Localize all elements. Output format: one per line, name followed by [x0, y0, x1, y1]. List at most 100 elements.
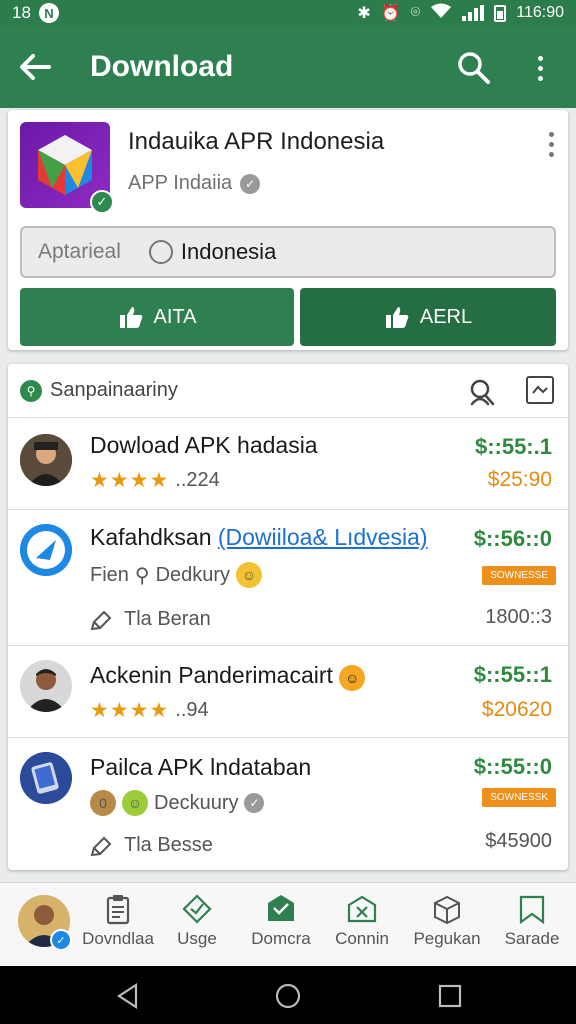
nav-item-label: Dovndlaa — [82, 929, 154, 948]
system-home-icon[interactable] — [274, 982, 302, 1010]
system-recents-icon[interactable] — [436, 982, 464, 1010]
status-bar: 18 N ✱ ⏰ ⌾ 116:90 — [0, 0, 576, 26]
list-header: ⚲ Sanpainaariny — [8, 364, 568, 418]
language-select[interactable]: Aptarieal Indonesia — [20, 226, 556, 278]
bottom-navigation: ✓ Dovndlaa Usge Domcra Connin Pegukan Sa… — [0, 882, 576, 966]
item-title: Dowload APK hadasia — [90, 432, 318, 458]
card-overflow-button[interactable] — [549, 132, 554, 157]
list-item[interactable]: Ackenin Panderimacairt ☺ ★★★★ ..94 $::55:… — [8, 646, 568, 738]
verified-badge-icon: ✓ — [90, 190, 114, 214]
item-count: 1800::3 — [485, 606, 552, 628]
globe-icon — [148, 240, 173, 264]
nav-item-label: Sarade — [504, 929, 560, 948]
item-title-link[interactable]: (Dowiiloa& Lıdvesia) — [218, 524, 428, 550]
notification-icon: N — [38, 3, 59, 23]
list-item[interactable]: Kafahdksan (Dowiiloa& Lıdvesia) Fien ⚲ D… — [8, 510, 568, 646]
avatar — [20, 524, 72, 576]
list-header-title: Sanpainaariny — [50, 379, 178, 401]
nav-item-usage[interactable]: Usge — [166, 893, 228, 963]
bookmark-icon — [519, 895, 545, 925]
item-price: $::55::0 — [473, 754, 552, 779]
nav-item-label: Pegukan — [413, 929, 481, 948]
item-foot: Tla Beran — [90, 608, 211, 631]
nav-item-label: Connin — [335, 929, 389, 948]
item-price: $::56::0 — [473, 526, 552, 551]
action-button-left[interactable]: AITA — [20, 288, 294, 346]
action-button-left-label: AITA — [153, 305, 197, 328]
status-badge: SOWNESSK — [482, 788, 556, 807]
thumbs-up-icon — [119, 307, 142, 328]
item-price-secondary: $25:90 — [487, 468, 552, 491]
item-foot-label: Tla Beran — [124, 608, 211, 630]
user-search-icon[interactable] — [466, 378, 496, 408]
search-button[interactable] — [452, 46, 496, 90]
rating-stars: ★★★★ — [90, 469, 170, 492]
list-item[interactable]: Pailca APK lndataban 0 ☺ Deckuury ✓ Tla … — [8, 738, 568, 870]
share-icon — [90, 836, 112, 856]
alarm-icon: ⏰ — [380, 5, 401, 22]
share-icon — [90, 610, 112, 630]
item-title-text: Ackenin Panderimacairt — [90, 662, 333, 688]
item-title-text: Kafahdksan — [90, 524, 212, 550]
status-number: 18 — [12, 3, 31, 22]
overflow-menu-button[interactable] — [522, 46, 558, 90]
wifi-icon — [430, 3, 452, 24]
item-title: Kafahdksan (Dowiiloa& Lıdvesia) — [90, 524, 428, 551]
rating-count: ..94 — [175, 699, 209, 721]
action-button-right[interactable]: AERL — [300, 288, 556, 346]
nav-item-sarade[interactable]: Sarade — [500, 893, 564, 963]
thumbs-up-icon — [385, 307, 409, 328]
back-button[interactable] — [0, 26, 70, 108]
app-bar: Download — [0, 26, 576, 108]
language-value: Indonesia — [180, 239, 277, 264]
system-navigation-bar — [0, 966, 576, 1024]
inbox-x-icon — [347, 895, 377, 923]
image-filter-icon[interactable] — [526, 376, 554, 404]
app-icon: ✓ — [20, 122, 114, 214]
page-title: Download — [90, 50, 234, 83]
app-subtitle: APP Indaiia — [128, 172, 233, 194]
item-meta: Fien ⚲ Dedkury ☺ — [90, 562, 263, 588]
info-icon: ✓ — [244, 793, 265, 813]
list-item[interactable]: Dowload APK hadasia ★★★★ ..224 $::55:.1 $… — [8, 418, 568, 510]
nav-item-domcra[interactable]: Domcra — [246, 893, 316, 963]
battery-icon — [494, 4, 507, 22]
arrow-left-icon — [20, 54, 51, 80]
item-count: $45900 — [485, 830, 552, 852]
item-title: Pailca APK lndataban — [90, 754, 312, 780]
location-icon: ⌾ — [410, 4, 421, 21]
search-icon — [458, 52, 490, 84]
nav-item-label: Usge — [177, 929, 217, 948]
leaf-icon: ⚲ — [20, 379, 42, 402]
item-rating: ★★★★ ..94 — [90, 698, 209, 723]
app-detail-card: ✓ Indauika APR Indonesia APP Indaiia ✓ A… — [8, 110, 568, 350]
item-price: $::55:.1 — [474, 434, 552, 459]
emoji-icon: ☺ — [122, 790, 148, 816]
item-title: Ackenin Panderimacairt ☺ — [90, 662, 366, 691]
item-meta: 0 ☺ Deckuury ✓ — [90, 790, 265, 816]
nav-item-pegukan[interactable]: Pegukan — [410, 893, 484, 963]
verified-check-icon: ✓ — [50, 929, 72, 951]
app-name: Indauika APR Indonesia — [128, 128, 385, 155]
emoji-icon: ☺ — [339, 665, 366, 691]
signal-icon — [462, 5, 485, 21]
item-rating: ★★★★ ..224 — [90, 468, 220, 493]
system-back-icon[interactable] — [114, 982, 142, 1010]
item-meta-a: Fien — [90, 563, 129, 586]
download-list-card: ⚲ Sanpainaariny Dowload APK hadasia ★★★★… — [8, 364, 568, 870]
status-time: 116:90 — [516, 4, 564, 21]
info-icon: ✓ — [240, 173, 261, 194]
mail-check-icon — [268, 895, 294, 921]
avatar — [20, 434, 72, 486]
nav-item-download[interactable]: Dovndlaa — [82, 893, 154, 963]
avatar — [20, 660, 72, 712]
nav-item-label: Domcra — [251, 929, 311, 948]
language-label: Aptarieal — [38, 240, 121, 263]
clipboard-icon — [106, 895, 130, 925]
diamond-check-icon — [182, 894, 212, 924]
coin-icon: 0 — [90, 790, 116, 816]
status-badge: SOWNESSE — [482, 566, 556, 585]
nav-item-connin[interactable]: Connin — [330, 893, 394, 963]
app-subtitle-row: APP Indaiia ✓ — [128, 172, 261, 195]
cube-logo-icon — [38, 135, 92, 195]
